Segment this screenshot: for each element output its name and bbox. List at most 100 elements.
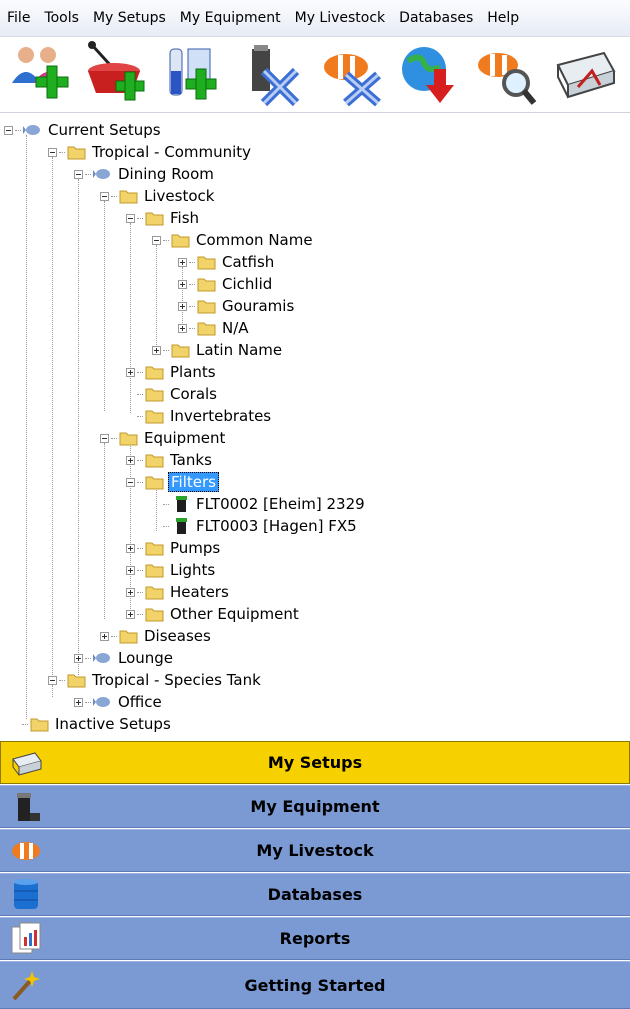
tree-node-tropical-species-tank[interactable]: Tropical - Species Tank [48,669,263,691]
folder-open-icon [119,432,138,446]
tree-guide-line [78,179,79,675]
tree-node-fish[interactable]: Fish [126,207,201,229]
menu-tools[interactable]: Tools [37,0,86,36]
expand-toggle[interactable] [178,257,187,267]
expand-toggle[interactable] [126,543,135,553]
menu-help[interactable]: Help [480,0,526,36]
tree-node-latin-name[interactable]: Latin Name [152,339,284,361]
tree-node-current-setups[interactable]: Current Setups [4,119,163,141]
tree-node-other-equipment[interactable]: Other Equipment [126,603,301,625]
tree-node-diseases[interactable]: Diseases [100,625,213,647]
tree-node-heaters[interactable]: Heaters [126,581,231,603]
collapse-toggle[interactable] [48,147,57,157]
remove-livestock-button[interactable] [316,41,384,107]
download-button[interactable] [394,41,462,107]
tree-guide-line [156,245,157,345]
add-test-button[interactable] [160,41,228,107]
tree-node-filters[interactable]: Filters [126,471,219,493]
tree-node-filter-flt0002[interactable]: FLT0002 [Eheim] 2329 [152,493,367,515]
setups-tree[interactable]: Current Setups Tropical - Community Dini… [0,113,630,742]
tree-node-cichlid[interactable]: Cichlid [178,273,274,295]
menu-file[interactable]: File [0,0,37,36]
tree-node-filter-flt0003[interactable]: FLT0003 [Hagen] FX5 [152,515,359,537]
folder-icon [145,410,164,424]
tank-settings-icon [556,51,616,99]
tree-node-equipment[interactable]: Equipment [100,427,227,449]
tree-node-common-name[interactable]: Common Name [152,229,315,251]
tree-node-lights[interactable]: Lights [126,559,217,581]
tree-node-corals[interactable]: Corals [126,383,219,405]
tree-node-office[interactable]: Office [74,691,164,713]
tree-node-tropical-community[interactable]: Tropical - Community [48,141,253,163]
menu-my-livestock[interactable]: My Livestock [288,0,393,36]
folder-icon [145,366,164,380]
folder-open-icon [67,146,86,160]
folder-icon [145,454,164,468]
remove-equipment-button[interactable] [238,41,306,107]
tree-node-tanks[interactable]: Tanks [126,449,214,471]
expand-toggle[interactable] [126,565,135,575]
tree-node-livestock[interactable]: Livestock [100,185,216,207]
collapse-toggle[interactable] [100,191,109,201]
folder-open-icon [171,234,190,248]
collapse-toggle[interactable] [126,477,135,487]
collapse-toggle[interactable] [126,213,135,223]
menu-my-setups[interactable]: My Setups [86,0,173,36]
collapse-toggle[interactable] [4,125,13,135]
expand-toggle[interactable] [126,587,135,597]
add-test-icon [169,48,217,100]
menu-databases[interactable]: Databases [392,0,480,36]
folder-icon [171,344,190,358]
nav-my-livestock[interactable]: My Livestock [0,829,630,872]
fish-group-icon [93,697,110,707]
tree-node-na[interactable]: N/A [178,317,251,339]
tree-node-inactive-setups[interactable]: Inactive Setups [22,713,173,735]
folder-icon [197,322,216,336]
expand-toggle[interactable] [126,609,135,619]
menu-my-equipment[interactable]: My Equipment [173,0,288,36]
remove-livestock-icon [324,54,381,107]
expand-toggle[interactable] [178,323,187,333]
add-tank-button[interactable] [82,41,150,107]
expand-toggle[interactable] [100,631,109,641]
fish-group-icon [23,125,40,135]
collapse-toggle[interactable] [152,235,161,245]
tree-node-gouramis[interactable]: Gouramis [178,295,296,317]
expand-toggle[interactable] [178,301,187,311]
tree-node-lounge[interactable]: Lounge [74,647,175,669]
search-livestock-button[interactable] [472,41,540,107]
nav-my-equipment[interactable]: My Equipment [0,785,630,828]
tree-node-plants[interactable]: Plants [126,361,218,383]
tree-guide-line [104,201,105,411]
folder-icon [197,278,216,292]
remove-equipment-icon [252,45,300,107]
collapse-toggle[interactable] [74,169,83,179]
folder-icon [30,718,49,732]
expand-toggle[interactable] [74,697,83,707]
expand-toggle[interactable] [178,279,187,289]
expand-toggle[interactable] [74,653,83,663]
tank-settings-button[interactable] [552,41,620,107]
collapse-toggle[interactable] [100,433,109,443]
tree-node-invertebrates[interactable]: Invertebrates [126,405,273,427]
nav-getting-started[interactable]: Getting Started [0,961,630,1009]
collapse-toggle[interactable] [48,675,57,685]
toolbar [0,37,630,113]
download-icon [402,47,454,103]
folder-icon [145,586,164,600]
expand-toggle[interactable] [152,345,161,355]
expand-toggle[interactable] [126,367,135,377]
expand-toggle[interactable] [126,455,135,465]
folder-open-icon [145,476,164,490]
tree-node-catfish[interactable]: Catfish [178,251,276,273]
nav-databases[interactable]: Databases [0,873,630,916]
folder-open-icon [145,212,164,226]
add-users-button[interactable] [6,41,74,107]
nav-my-setups[interactable]: My Setups [0,741,630,784]
folder-icon [145,542,164,556]
folder-icon [197,256,216,270]
tree-node-pumps[interactable]: Pumps [126,537,222,559]
nav-reports[interactable]: Reports [0,917,630,960]
menu-bar: File Tools My Setups My Equipment My Liv… [0,0,630,37]
tree-node-dining-room[interactable]: Dining Room [74,163,216,185]
